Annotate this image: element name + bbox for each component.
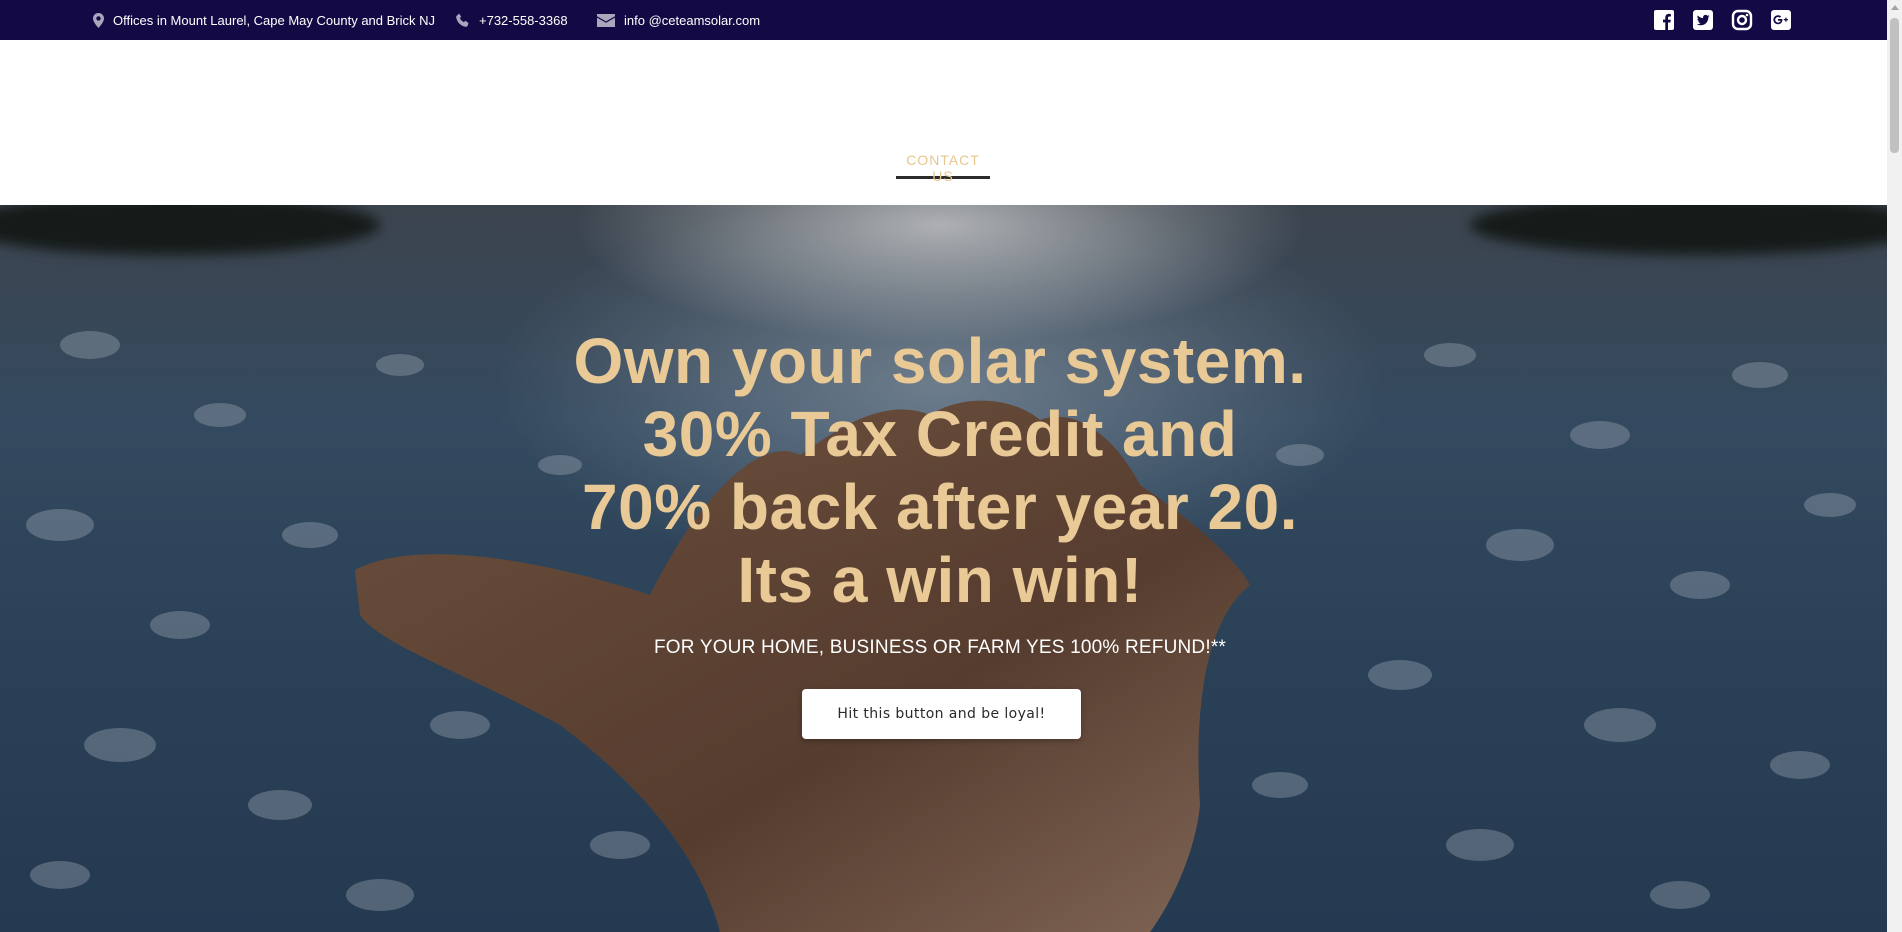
envelope-icon — [597, 13, 615, 27]
map-pin-icon — [93, 12, 104, 28]
phone-icon — [456, 13, 469, 27]
headline-line-4: Its a win win! — [737, 544, 1143, 616]
facebook-icon[interactable] — [1653, 9, 1675, 31]
google-plus-icon[interactable] — [1770, 9, 1792, 31]
phone-info[interactable]: +732-558-3368 — [456, 0, 568, 40]
headline-line-1: Own your solar system. — [573, 325, 1307, 397]
nav-contact-us[interactable]: CONTACT US — [896, 151, 990, 184]
email-info[interactable]: info @ceteamsolar.com — [597, 0, 760, 40]
instagram-icon[interactable] — [1731, 9, 1753, 31]
hero-cta-button[interactable]: Hit this button and be loyal! — [802, 689, 1081, 739]
hero-subline: FOR YOUR HOME, BUSINESS OR FARM YES 100%… — [653, 637, 1227, 658]
headline-line-3: 70% back after year 20. — [582, 471, 1298, 543]
phone-text[interactable]: +732-558-3368 — [479, 13, 568, 28]
hero-section: Own your solar system. 30% Tax Credit an… — [0, 205, 1887, 932]
main-navbar: CONTACT US — [0, 40, 1887, 205]
hero-headline: Own your solar system. 30% Tax Credit an… — [540, 325, 1340, 617]
scroll-up-arrow-icon[interactable] — [1891, 5, 1899, 10]
email-text[interactable]: info @ceteamsolar.com — [624, 13, 760, 28]
location-text: Offices in Mount Laurel, Cape May County… — [113, 12, 436, 28]
headline-line-2: 30% Tax Credit and — [642, 398, 1238, 470]
twitter-icon[interactable] — [1692, 9, 1714, 31]
location-info: Offices in Mount Laurel, Cape May County… — [93, 0, 435, 40]
page-scrollbar[interactable] — [1887, 0, 1902, 932]
scrollbar-thumb[interactable] — [1890, 18, 1899, 153]
top-info-bar: Offices in Mount Laurel, Cape May County… — [0, 0, 1887, 40]
